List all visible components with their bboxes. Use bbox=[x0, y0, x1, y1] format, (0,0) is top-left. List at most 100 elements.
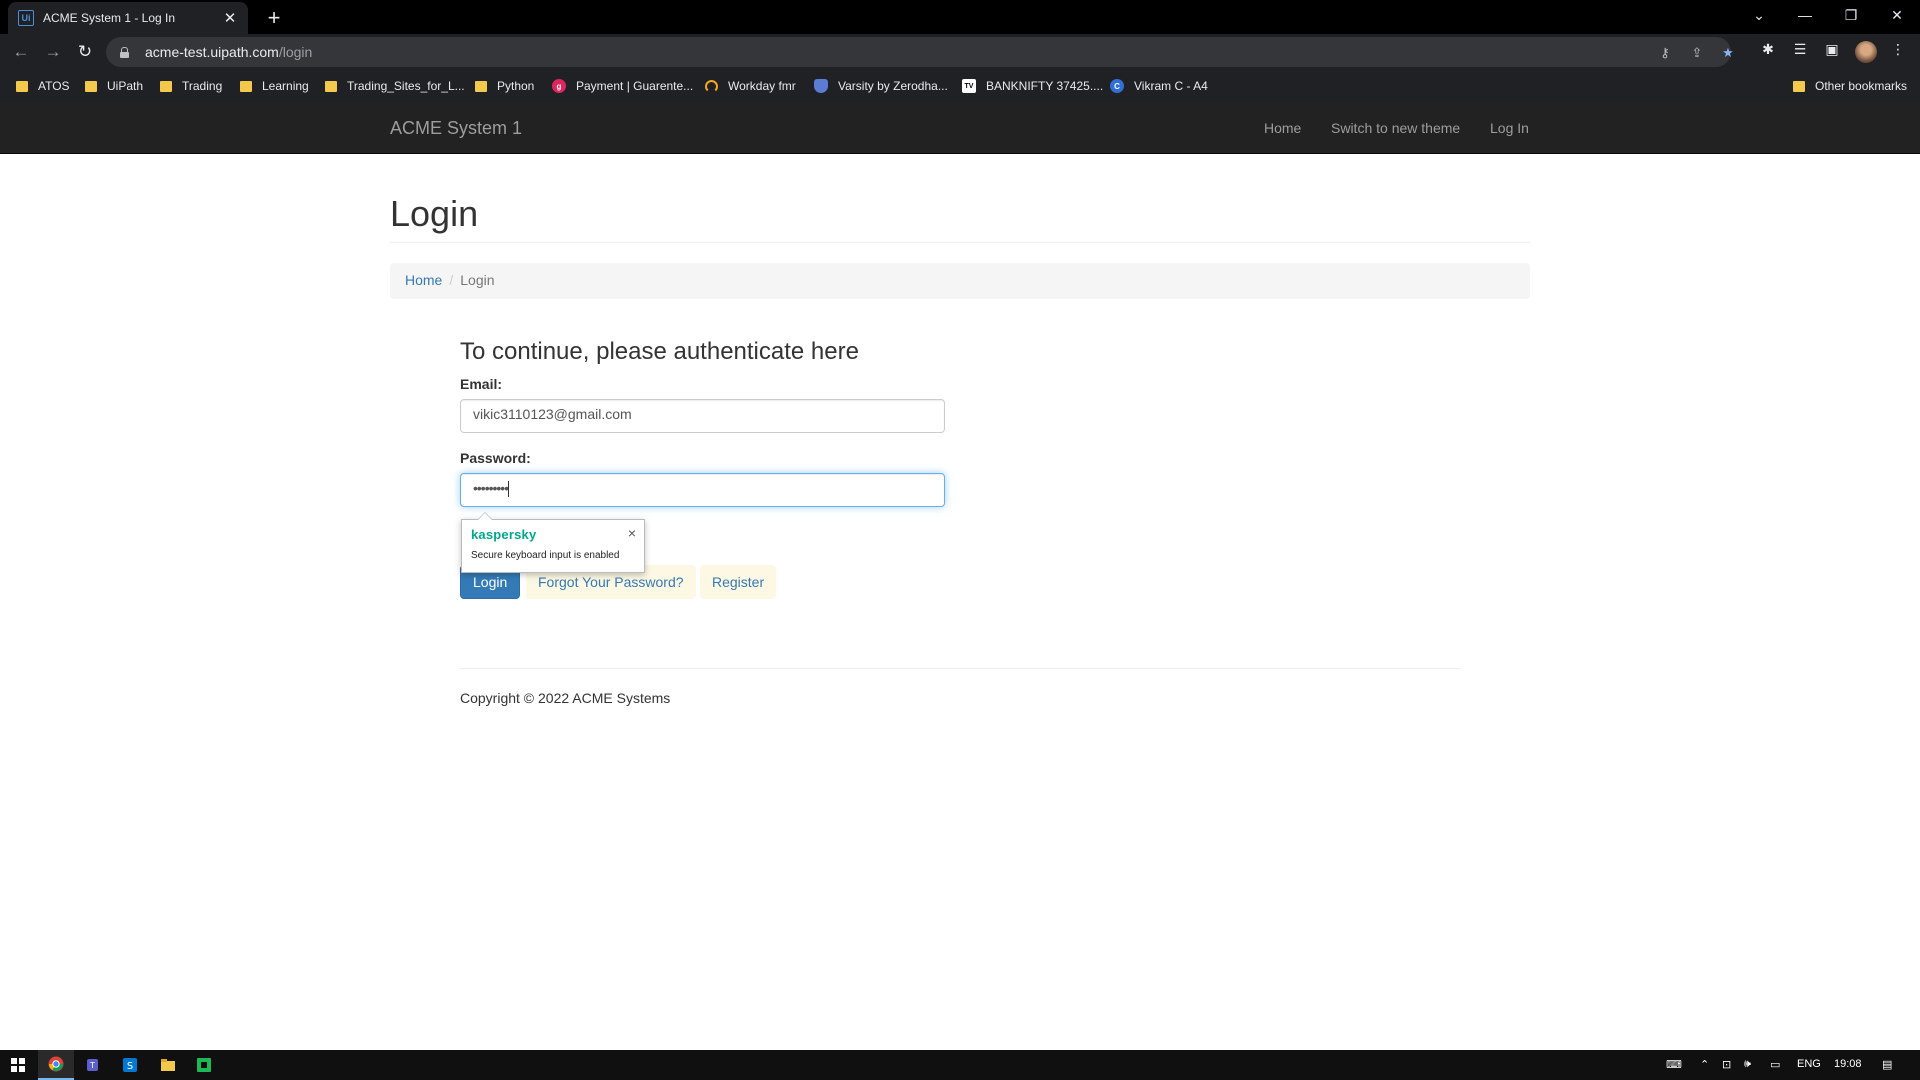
minimize-icon[interactable]: — bbox=[1782, 0, 1828, 30]
bookmark-label: Trading_Sites_for_L... bbox=[347, 79, 465, 93]
folder-icon bbox=[160, 80, 172, 92]
folder-icon bbox=[240, 80, 252, 92]
workday-icon bbox=[705, 79, 718, 93]
menu-kebab-icon[interactable]: ⋮ bbox=[1888, 39, 1908, 59]
breadcrumb-separator: / bbox=[449, 272, 454, 288]
kaspersky-secure-input-popup: kaspersky Secure keyboard input is enabl… bbox=[461, 512, 645, 573]
bookmark-trading[interactable]: Trading bbox=[160, 77, 222, 95]
bookmarks-bar: ATOS UiPath Trading Learning Trading_Sit… bbox=[0, 70, 1920, 102]
nav-home-link[interactable]: Home bbox=[1264, 120, 1301, 136]
network-icon[interactable]: ▭ bbox=[1770, 1058, 1780, 1071]
nav-switch-theme-link[interactable]: Switch to new theme bbox=[1331, 120, 1460, 136]
tab-strip: Ui ACME System 1 - Log In ✕ + ⌄ — ❐ ✕ bbox=[0, 0, 1920, 34]
volume-icon[interactable]: 🕪 bbox=[1744, 1058, 1751, 1071]
other-bookmarks[interactable]: Other bookmarks bbox=[1793, 77, 1907, 95]
bookmark-atos[interactable]: ATOS bbox=[16, 77, 70, 95]
reading-list-icon[interactable]: ☰ bbox=[1790, 39, 1810, 59]
window-close-icon[interactable]: ✕ bbox=[1874, 0, 1920, 30]
url-host: acme-test.uipath.com bbox=[145, 44, 279, 60]
bookmark-varsity[interactable]: Varsity by Zerodha... bbox=[814, 77, 948, 95]
password-key-icon[interactable]: ⚷ bbox=[1656, 44, 1674, 62]
password-field[interactable]: ••••••••• bbox=[460, 473, 945, 507]
browser-chrome: Ui ACME System 1 - Log In ✕ + ⌄ — ❐ ✕ ← … bbox=[0, 0, 1920, 102]
tab-search-icon[interactable]: ⌄ bbox=[1736, 0, 1782, 30]
bookmark-label: BANKNIFTY 37425.... bbox=[986, 79, 1104, 93]
meet-tray-icon[interactable]: ⊡ bbox=[1722, 1058, 1731, 1071]
site-brand[interactable]: ACME System 1 bbox=[390, 118, 522, 139]
windows-taskbar: T S ⌨ ⌃ ⊡ 🕪 ▭ ENG 19:08 ▤ bbox=[0, 1050, 1920, 1080]
folder-icon bbox=[16, 80, 28, 92]
c-icon: C bbox=[1110, 79, 1124, 93]
email-value: vikic3110123@gmail.com bbox=[473, 406, 632, 422]
reload-icon[interactable]: ↻ bbox=[72, 39, 98, 65]
bookmark-label: Trading bbox=[182, 79, 223, 93]
register-link[interactable]: Register bbox=[700, 565, 777, 599]
title-divider bbox=[390, 242, 1530, 243]
folder-icon bbox=[85, 80, 97, 92]
tab-title: ACME System 1 - Log In bbox=[43, 11, 176, 25]
varsity-icon bbox=[814, 79, 828, 93]
nav-login-link[interactable]: Log In bbox=[1490, 120, 1529, 136]
browser-tab-active[interactable]: Ui ACME System 1 - Log In ✕ bbox=[8, 2, 248, 34]
breadcrumb-current: Login bbox=[460, 272, 495, 288]
side-panel-icon[interactable]: ▣ bbox=[1822, 39, 1842, 59]
password-label: Password: bbox=[460, 450, 531, 466]
bookmark-uipath[interactable]: UiPath bbox=[85, 77, 143, 95]
close-icon[interactable]: × bbox=[628, 525, 636, 541]
bookmark-trading-sites[interactable]: Trading_Sites_for_L... bbox=[325, 77, 465, 95]
language-indicator[interactable]: ENG bbox=[1797, 1058, 1821, 1070]
tab-close-icon[interactable]: ✕ bbox=[222, 9, 238, 27]
payment-icon: g bbox=[552, 79, 566, 93]
file-explorer-taskbar-icon[interactable] bbox=[150, 1050, 186, 1080]
email-field[interactable]: vikic3110123@gmail.com bbox=[460, 399, 945, 433]
bookmark-label: Payment | Guarente... bbox=[576, 79, 694, 93]
back-icon[interactable]: ← bbox=[8, 39, 34, 65]
folder-icon bbox=[1793, 80, 1805, 92]
chrome-taskbar-icon[interactable] bbox=[38, 1050, 74, 1080]
copyright-text: Copyright © 2022 ACME Systems bbox=[460, 690, 671, 706]
url-path: /login bbox=[278, 44, 313, 60]
bookmark-label: Vikram C - A4 bbox=[1134, 79, 1208, 93]
kaspersky-logo: kaspersky bbox=[471, 527, 537, 542]
bookmark-workday[interactable]: Workday fmr bbox=[705, 77, 796, 95]
uipath-favicon-icon: Ui bbox=[18, 10, 34, 26]
bookmark-label: Varsity by Zerodha... bbox=[838, 79, 948, 93]
bookmark-payment[interactable]: g Payment | Guarente... bbox=[552, 77, 693, 95]
bookmark-vikram[interactable]: C Vikram C - A4 bbox=[1110, 77, 1208, 95]
kaspersky-message: Secure keyboard input is enabled bbox=[471, 550, 620, 561]
breadcrumb-home-link[interactable]: Home bbox=[405, 272, 442, 288]
clock[interactable]: 19:08 bbox=[1834, 1058, 1862, 1070]
profile-avatar[interactable] bbox=[1855, 41, 1877, 63]
windows-start-icon[interactable] bbox=[0, 1050, 36, 1080]
bookmark-banknifty[interactable]: TV BANKNIFTY 37425.... bbox=[962, 77, 1103, 95]
teams-taskbar-icon[interactable]: T bbox=[76, 1050, 112, 1080]
restore-icon[interactable]: ❐ bbox=[1828, 0, 1874, 30]
show-hidden-icons-icon[interactable]: ⌃ bbox=[1700, 1058, 1709, 1071]
folder-icon bbox=[325, 80, 337, 92]
bookmark-star-icon[interactable]: ★ bbox=[1719, 44, 1737, 62]
bookmark-label: UiPath bbox=[107, 79, 144, 93]
skype-taskbar-icon[interactable]: S bbox=[112, 1050, 148, 1080]
bookmark-python[interactable]: Python bbox=[475, 77, 534, 95]
password-value: ••••••••• bbox=[473, 480, 509, 496]
bookmark-label: Learning bbox=[262, 79, 309, 93]
login-heading: To continue, please authenticate here bbox=[460, 338, 859, 365]
keyboard-tray-icon[interactable]: ⌨ bbox=[1666, 1058, 1682, 1071]
lock-icon bbox=[120, 46, 129, 58]
extensions-icon[interactable]: ✱ bbox=[1758, 39, 1778, 59]
forward-icon[interactable]: → bbox=[40, 39, 66, 65]
svg-text:T: T bbox=[89, 1061, 95, 1070]
notifications-icon[interactable]: ▤ bbox=[1882, 1058, 1892, 1071]
email-label: Email: bbox=[460, 376, 503, 392]
share-icon[interactable]: ⇪ bbox=[1688, 44, 1706, 62]
site-navbar: ACME System 1 Home Switch to new theme L… bbox=[0, 102, 1920, 154]
app-green-taskbar-icon[interactable] bbox=[186, 1050, 222, 1080]
new-tab-icon[interactable]: + bbox=[260, 4, 288, 32]
bookmark-label: Other bookmarks bbox=[1815, 79, 1908, 93]
bookmark-learning[interactable]: Learning bbox=[240, 77, 309, 95]
page-title: Login bbox=[390, 193, 479, 234]
tradingview-icon: TV bbox=[962, 79, 976, 93]
svg-text:S: S bbox=[127, 1061, 133, 1072]
bookmark-label: Python bbox=[497, 79, 535, 93]
address-bar[interactable]: acme-test.uipath.com/login ⚷ ⇪ ★ bbox=[106, 37, 1734, 67]
